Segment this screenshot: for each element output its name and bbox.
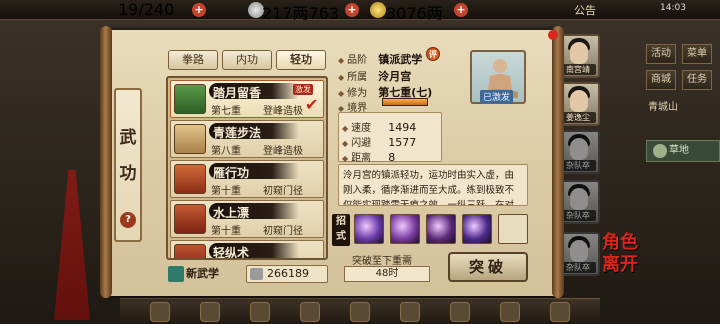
breakthrough-button[interactable]: 突破 [448,252,528,282]
panel-title: 武功 [119,128,137,184]
skill-rank: 初窥门径 [263,226,303,237]
coin-value: 266189 [267,267,309,280]
portrait-face [570,138,588,160]
new-skill-button[interactable]: 新武学 [166,264,244,284]
skill-row[interactable]: 雁行功 第十重 初窥门径 [170,160,324,198]
toolbar-slot-icon[interactable] [450,302,470,322]
coin-icon [250,268,263,280]
stamina-counter: 19/240 [118,0,175,19]
move-slot-icon[interactable] [462,214,492,244]
move-slot-icon[interactable] [426,214,456,244]
portrait-face [570,90,588,112]
new-skill-icon [168,266,184,282]
skill-book-icon [174,204,206,234]
empty-move-slot[interactable] [498,214,528,244]
skill-scroll-icon [174,84,206,114]
portrait-name: 杂队卒 [560,210,596,221]
grade-badge-icon: 评 [426,47,440,61]
toolbar-slot-icon[interactable] [200,302,220,322]
toolbar-slot-icon[interactable] [150,302,170,322]
close-dot-icon[interactable] [548,30,558,40]
activated-status: 已激发 [480,90,514,103]
portrait-name: 姜逸尘 [560,112,596,123]
skill-level: 第十重 [211,226,241,237]
skill-book-icon [174,244,206,258]
leave-role-seal[interactable]: 角色 离开 [600,232,640,292]
toolbar-slot-icon[interactable] [400,302,420,322]
move-slot-icon[interactable] [390,214,420,244]
clock-text: 14:03 [660,3,686,13]
map-area-button[interactable]: 草地 [646,140,720,162]
shop-button[interactable]: 商城 [646,70,676,90]
skill-name: 水上漂 [213,206,250,220]
stat-distance-row: ◆ 距离 8 [342,151,396,164]
scroll-roller-right [552,26,564,298]
notice-button[interactable]: 公告 [574,2,596,18]
skill-book-icon [174,164,206,194]
moves-label: 招式 [332,214,350,246]
toolbar-slot-icon[interactable] [550,302,570,322]
portrait-name: 杂队卒 [560,160,596,171]
skill-name: 踏月留香 [213,86,262,100]
realm-progress-fill [383,99,427,105]
quest-button[interactable]: 任务 [682,70,712,90]
activity-button[interactable]: 活动 [646,44,676,64]
tab-fist[interactable]: 拳路 [168,50,218,70]
portrait-name: 杂队卒 [560,262,596,273]
skill-row[interactable]: 轻纵术 [170,240,324,260]
portrait-face [570,42,588,64]
skill-description[interactable]: 泠月宫的镇派轻功，运功时由实入虚，由刚入柔，循序渐进而至大成。练到极致不仅能实现… [338,164,528,206]
realm-progress-bar [382,98,428,106]
add-gold-button[interactable]: + [454,3,468,17]
skill-name: 青莲步法 [213,126,262,140]
add-stamina-button[interactable]: + [192,3,206,17]
stat-value: 8 [388,151,396,164]
coin-counter: 266189 [246,265,328,283]
seal-text: 角色 离开 [602,232,638,275]
map-marker-icon [653,144,667,158]
help-icon[interactable]: ? [120,212,136,228]
move-slot-icon[interactable] [354,214,384,244]
portrait-name: 南宫靖 [560,64,596,75]
skill-rank: 登峰造极 [263,146,303,157]
menu-button[interactable]: 菜单 [682,44,712,64]
toolbar-slot-icon[interactable] [500,302,520,322]
tab-lightness[interactable]: 轻功 [276,50,326,70]
new-skill-label: 新武学 [186,267,219,280]
equipped-check-icon: ✔ [305,95,319,114]
toolbar-slot-icon[interactable] [250,302,270,322]
skill-row[interactable]: 青莲步法 第八重 登峰造极 [170,120,324,158]
toolbar-slot-icon[interactable] [300,302,320,322]
gold-icon [370,2,386,18]
skill-name: 轻纵术 [213,246,250,260]
activated-badge: 激发 [293,84,313,95]
map-area-label: 草地 [669,145,689,156]
skill-rank: 初窥门径 [263,186,303,197]
portrait-face [570,188,588,210]
skill-name: 雁行功 [213,166,250,180]
toolbar-slot-icon[interactable] [350,302,370,322]
tab-inner[interactable]: 内功 [222,50,272,70]
skill-row[interactable]: 水上漂 第十重 初窥门径 [170,200,324,238]
location-text: 青城山 [648,102,678,113]
skill-list[interactable]: 踏月留香 激发 第七重 登峰造极 ✔ 青莲步法 第八重 登峰造极 雁行功 第十重… [166,76,328,260]
breakthrough-requirement-label: 突破至下重需 [352,256,412,267]
skill-rank: 登峰造极 [263,106,303,117]
stat-label: 距离 [351,153,372,164]
top-status-bar [0,0,720,20]
add-silver-button[interactable]: + [345,3,359,17]
skill-row-selected[interactable]: 踏月留香 激发 第七重 登峰造极 ✔ [170,80,324,118]
skill-scroll-icon [174,124,206,154]
skill-level: 第七重 [211,106,241,117]
scroll-roller-left [100,26,112,298]
portrait-face [570,240,588,262]
skill-level: 第十重 [211,186,241,197]
skill-level: 第八重 [211,146,241,157]
breakthrough-time: 48时 [344,266,430,282]
